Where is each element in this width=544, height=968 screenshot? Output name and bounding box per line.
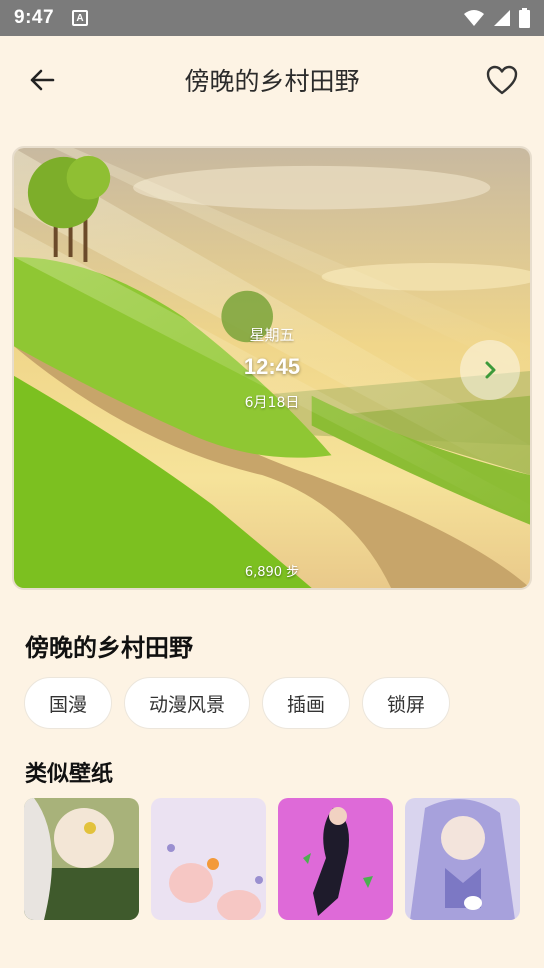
similar-thumbnail[interactable] [24, 798, 139, 920]
tag-chip[interactable]: 插画 [262, 677, 351, 729]
similar-thumbnail[interactable] [278, 798, 393, 920]
thumbnail-image [278, 798, 393, 920]
heart-outline-icon [486, 65, 518, 95]
favorite-button[interactable] [482, 60, 522, 100]
status-time: 9:47 [14, 7, 55, 28]
thumbnail-image [24, 798, 139, 920]
lockscreen-steps: 6,890 步 [244, 565, 300, 580]
chevron-right-icon [485, 361, 496, 379]
lockscreen-date: 6月18日 [244, 395, 300, 411]
similar-thumbnail[interactable] [151, 798, 266, 920]
lockscreen-weekday: 星期五 [249, 326, 295, 344]
next-preview-button[interactable] [460, 340, 520, 400]
tag-list: 国漫 动漫风景 插画 锁屏 [24, 677, 451, 729]
wallpaper-title: 傍晚的乡村田野 [25, 634, 193, 662]
tag-chip[interactable]: 国漫 [24, 677, 113, 729]
similar-thumbnails [24, 798, 520, 920]
app-bar: 傍晚的乡村田野 [0, 36, 544, 124]
notification-icon: A [72, 10, 89, 26]
thumbnail-image [151, 798, 266, 920]
similar-thumbnail[interactable] [405, 798, 520, 920]
tag-chip[interactable]: 锁屏 [362, 677, 451, 729]
thumbnail-image [405, 798, 520, 920]
status-icons [463, 8, 530, 28]
signal-icon [494, 10, 510, 26]
wifi-icon [464, 10, 484, 26]
battery-icon [519, 8, 530, 28]
status-bar: 9:47 A [0, 0, 544, 36]
page-title: 傍晚的乡村田野 [184, 67, 360, 96]
arrow-left-icon [30, 69, 55, 91]
lockscreen-time: 12:45 [243, 354, 301, 379]
tag-chip[interactable]: 动漫风景 [124, 677, 251, 729]
similar-section-title: 类似壁纸 [25, 762, 114, 787]
wallpaper-preview[interactable]: 星期五 12:45 6月18日 6,890 步 [12, 146, 532, 590]
back-button[interactable] [22, 60, 62, 100]
